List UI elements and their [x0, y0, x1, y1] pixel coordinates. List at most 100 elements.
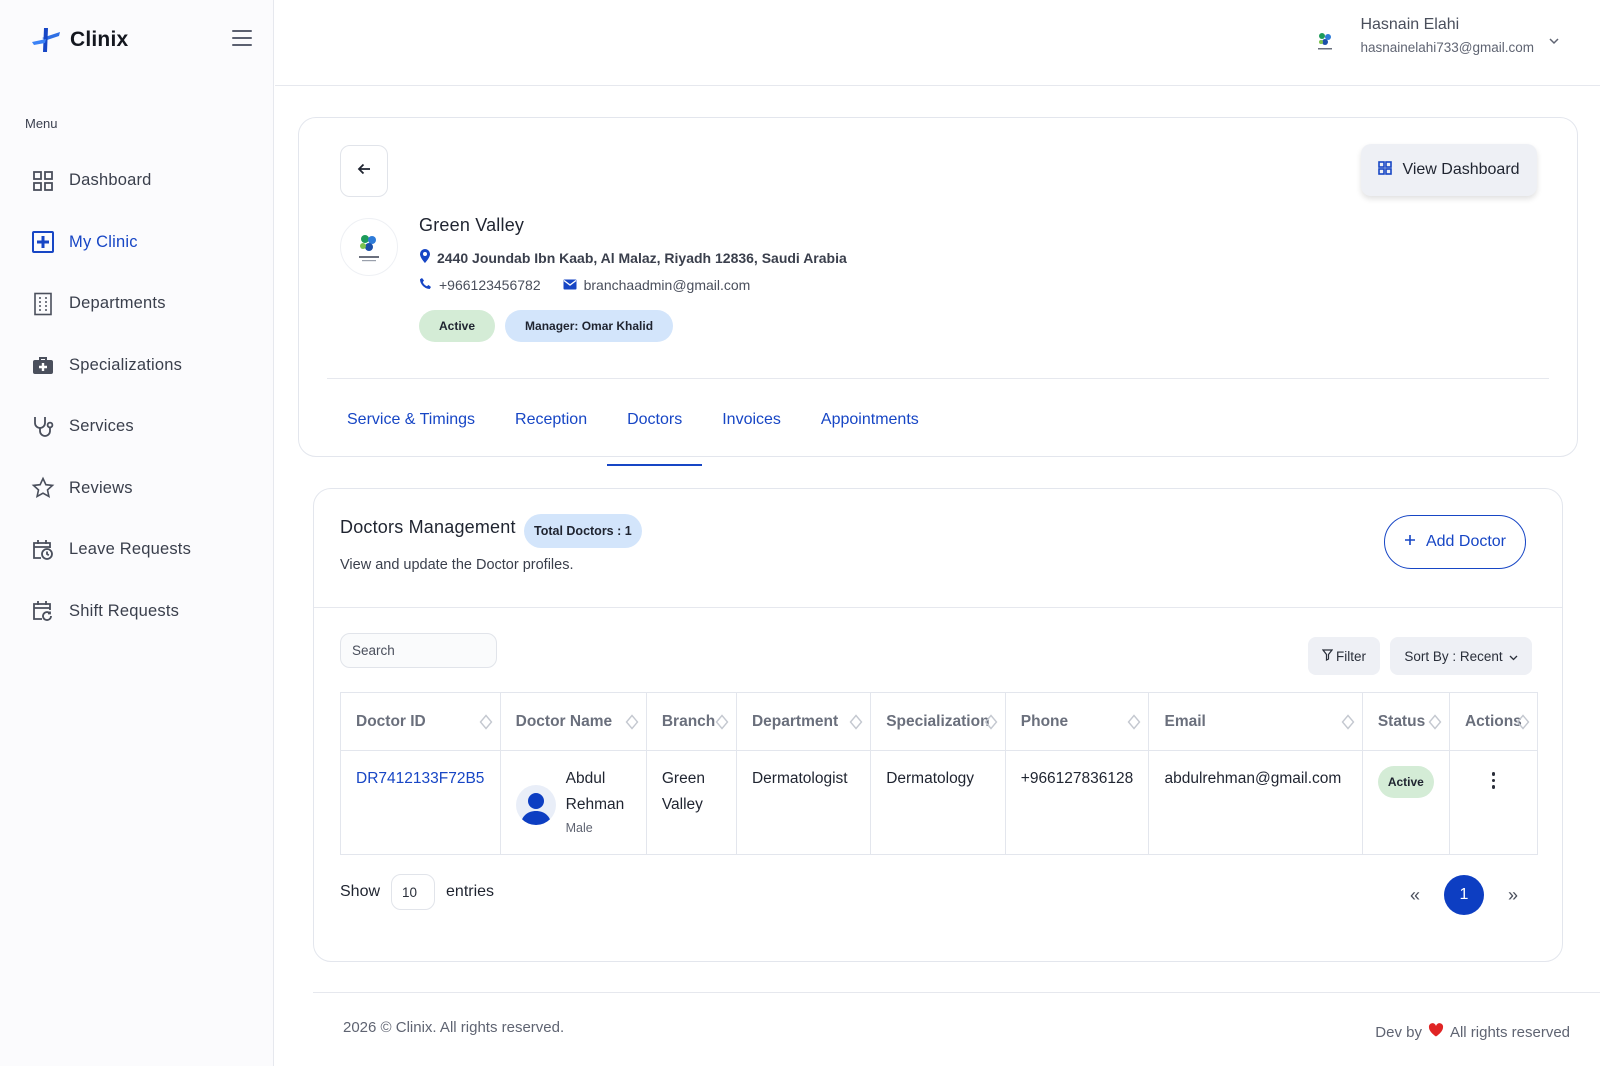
clinix-logo-icon: [30, 24, 64, 56]
entries-select[interactable]: 10: [391, 874, 436, 910]
tab-appointments[interactable]: Appointments: [801, 390, 939, 450]
column-header[interactable]: Actions: [1448, 692, 1539, 751]
status-badge: Active: [419, 310, 496, 342]
rights-label: All rights reserved: [1449, 1023, 1570, 1041]
branch-cell: Green Valley: [645, 750, 737, 855]
doctor-gender: Male: [565, 821, 593, 835]
column-header[interactable]: Specialization: [870, 692, 1006, 751]
sidebar-item-my-clinic[interactable]: My Clinic: [0, 212, 274, 274]
tab-invoices[interactable]: Invoices: [702, 390, 801, 450]
add-doctor-button[interactable]: Add Doctor: [1384, 515, 1526, 569]
user-info: Hasnain Elahi hasnainelahi733@gmail.com: [1360, 16, 1534, 55]
column-header[interactable]: Status: [1361, 692, 1450, 751]
sort-icon: [715, 714, 729, 735]
view-dashboard-button[interactable]: View Dashboard: [1361, 144, 1537, 196]
plus-icon: [1404, 533, 1416, 551]
back-button[interactable]: [340, 145, 388, 197]
sidebar-nav: Dashboard My Clinic Departments Speciali…: [0, 150, 274, 642]
heart-icon: [1428, 1023, 1444, 1041]
entries-selector: Show 10 entries: [340, 874, 494, 910]
doctor-first-name: Abdul: [565, 770, 606, 787]
total-doctors-badge: Total Doctors : 1: [524, 514, 642, 548]
column-header[interactable]: Email: [1148, 692, 1363, 751]
actions-cell: [1448, 750, 1539, 855]
view-dashboard-label: View Dashboard: [1402, 161, 1520, 178]
user-menu[interactable]: Hasnain Elahi hasnainelahi733@gmail.com: [1306, 16, 1560, 60]
sidebar-item-departments[interactable]: Departments: [0, 273, 274, 335]
sidebar-item-shift-requests[interactable]: Shift Requests: [0, 581, 274, 643]
column-header[interactable]: Doctor Name: [499, 692, 647, 751]
clinic-tabs: Service & Timings Reception Doctors Invo…: [347, 390, 939, 466]
menu-label: Menu: [25, 116, 58, 131]
clinic-phone: +966123456782: [419, 277, 541, 293]
sort-dropdown[interactable]: Sort By : Recent: [1390, 637, 1532, 675]
clinic-card: View Dashboard Green Valley 2440 Joundab…: [298, 117, 1578, 466]
column-label: Department: [751, 712, 839, 730]
grid-icon: [1378, 160, 1393, 180]
column-label: Email: [1164, 712, 1206, 730]
search-input[interactable]: [340, 633, 497, 668]
page-button-current[interactable]: 1: [1443, 875, 1484, 915]
prev-page-button[interactable]: «: [1410, 885, 1420, 906]
email-cell: abdulrehman@gmail.com: [1148, 750, 1363, 855]
clinic-contact: +966123456782 branchaadmin@gmail.com: [419, 277, 772, 293]
clinic-address-text: 2440 Joundab Ibn Kaab, Al Malaz, Riyadh …: [437, 249, 847, 266]
column-header[interactable]: Branch: [645, 692, 737, 751]
phone-cell: +966127836128: [1004, 750, 1150, 855]
chevron-down-icon: [1509, 649, 1518, 664]
pagination: « 1 »: [1410, 875, 1518, 915]
branch-line-1: Green: [661, 770, 705, 787]
sidebar: Clinix Menu Dashboard My Clinic Departme…: [0, 0, 274, 1066]
doctor-id-link[interactable]: DR7412133F72B5: [340, 750, 501, 855]
sidebar-item-label: Shift Requests: [69, 601, 180, 620]
clinic-email-text: branchaadmin@gmail.com: [583, 277, 751, 293]
branch-line-2: Valley: [661, 796, 703, 813]
brand[interactable]: Clinix: [30, 24, 128, 56]
sort-icon: [849, 714, 863, 735]
chevron-down-icon[interactable]: [1548, 32, 1560, 50]
sidebar-item-dashboard[interactable]: Dashboard: [0, 150, 274, 212]
doctor-last-name: Rehman: [565, 796, 625, 813]
tab-reception[interactable]: Reception: [495, 390, 607, 450]
column-header[interactable]: Phone: [1004, 692, 1150, 751]
clinic-name: Green Valley: [419, 215, 525, 235]
sort-label: Sort By : Recent: [1404, 648, 1503, 664]
doctors-subtitle: View and update the Doctor profiles.: [340, 557, 574, 573]
dev-by-label: Dev by: [1375, 1023, 1422, 1041]
sort-icon: [1428, 714, 1442, 735]
sidebar-item-label: Specializations: [69, 355, 183, 374]
manager-badge: Manager: Omar Khalid: [505, 310, 674, 342]
next-page-button[interactable]: »: [1508, 885, 1518, 906]
phone-icon: [419, 277, 432, 293]
sidebar-item-services[interactable]: Services: [0, 396, 274, 458]
more-vertical-icon[interactable]: [1465, 766, 1522, 789]
department-cell: Dermatologist: [735, 750, 872, 855]
show-label: Show: [340, 883, 381, 900]
building-icon: [31, 292, 55, 316]
grid-icon: [31, 169, 55, 193]
sidebar-item-label: Departments: [69, 294, 166, 313]
footer-credits: Dev by All rights reserved: [1375, 1023, 1570, 1041]
sidebar-item-specializations[interactable]: Specializations: [0, 335, 274, 397]
sidebar-item-reviews[interactable]: Reviews: [0, 458, 274, 520]
calendar-clock-icon: [31, 538, 55, 562]
stethoscope-icon: [31, 415, 55, 439]
doctors-title: Doctors Management: [340, 517, 516, 537]
doctors-card: Doctors Management Total Doctors : 1 Vie…: [313, 488, 1563, 962]
sidebar-item-label: Reviews: [69, 478, 133, 497]
tab-service-timings[interactable]: Service & Timings: [347, 390, 495, 450]
column-header[interactable]: Department: [735, 692, 872, 751]
sidebar-item-leave-requests[interactable]: Leave Requests: [0, 519, 274, 581]
user-name: Hasnain Elahi: [1360, 16, 1460, 33]
hamburger-menu-icon[interactable]: [232, 30, 252, 46]
sort-icon: [1341, 714, 1355, 735]
column-header[interactable]: Doctor ID: [340, 692, 501, 751]
doctor-name-cell: Abdul Rehman Male: [499, 750, 647, 855]
tab-doctors[interactable]: Doctors: [607, 390, 703, 466]
divider: [327, 378, 1549, 379]
filter-button[interactable]: Filter: [1308, 637, 1380, 675]
column-label: Doctor Name: [515, 712, 613, 730]
clinic-address: 2440 Joundab Ibn Kaab, Al Malaz, Riyadh …: [419, 249, 847, 266]
column-label: Status: [1377, 712, 1426, 730]
filter-label: Filter: [1336, 648, 1366, 664]
